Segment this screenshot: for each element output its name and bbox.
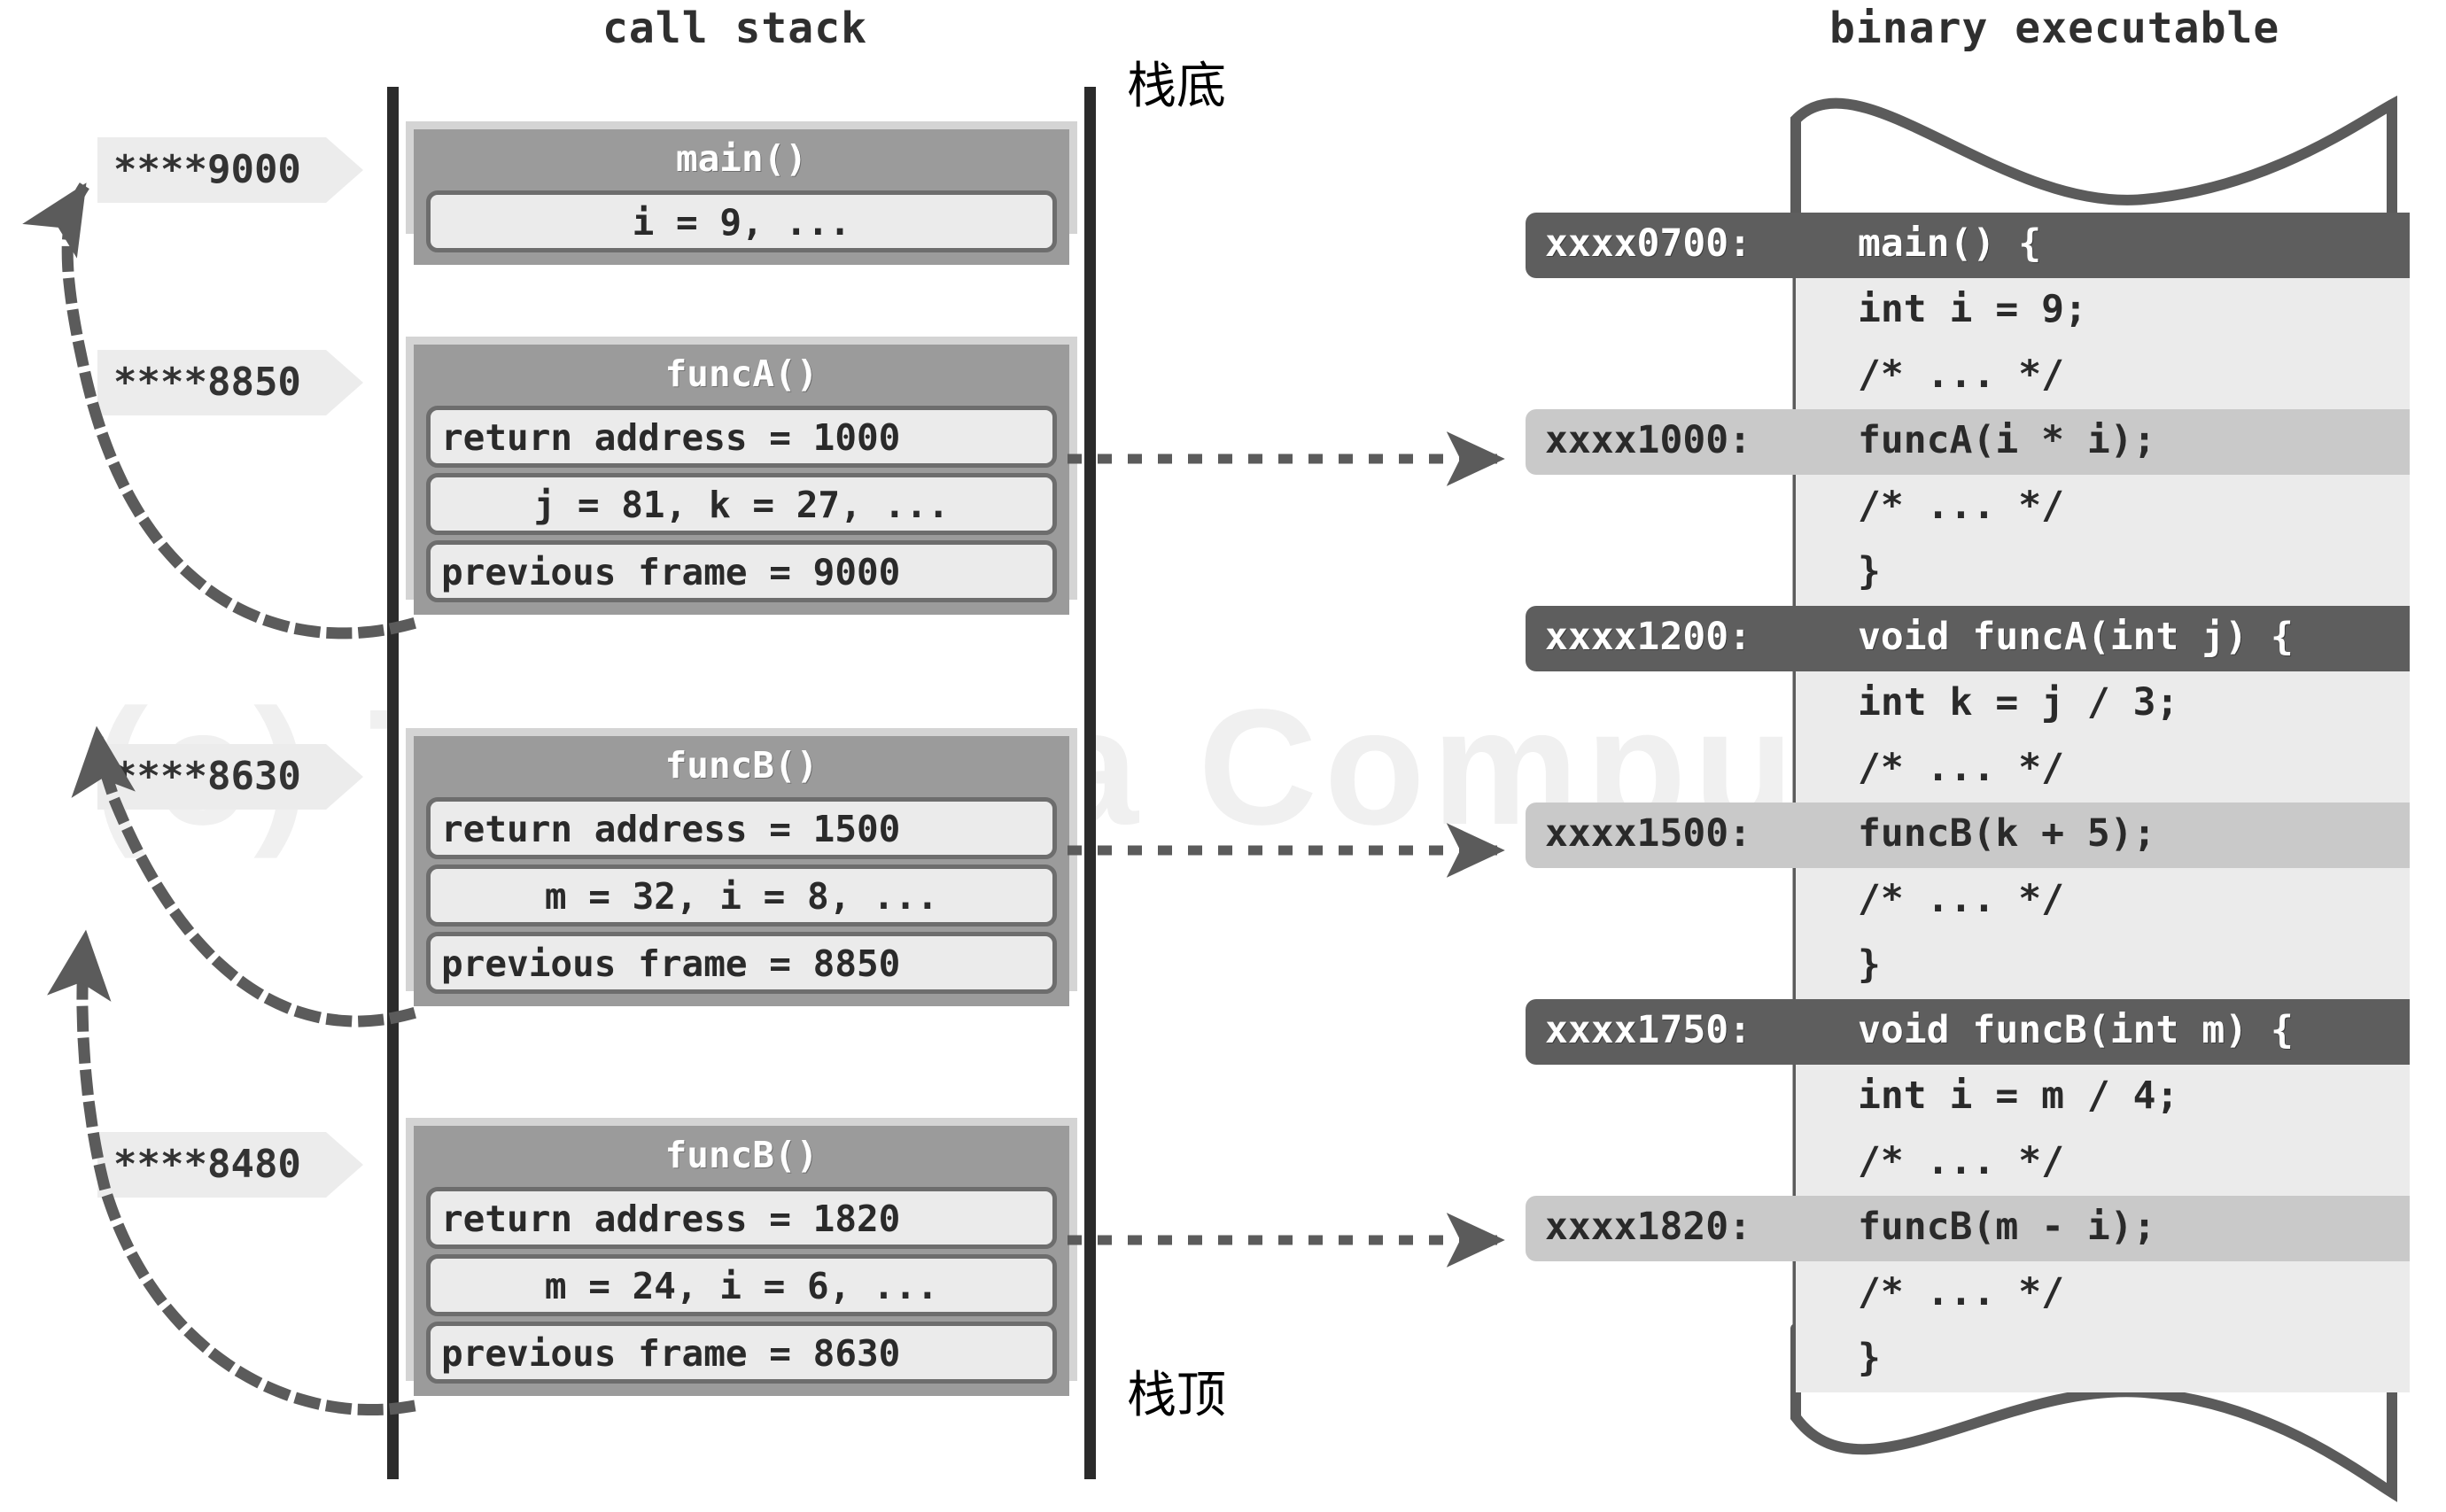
- code-row: xxxx1000: funcA(i * i);: [1526, 409, 2410, 475]
- code-text: void funcB(int m) {: [1858, 1008, 2294, 1052]
- address-tag-9000: ****9000: [97, 137, 363, 203]
- address-tag-8630: ****8630: [97, 744, 363, 810]
- stack-top-label: 栈顶: [1127, 1367, 1226, 1424]
- frame-slot-previous-frame: previous frame = 8630: [426, 1322, 1057, 1384]
- code-text: funcA(i * i);: [1858, 418, 2156, 462]
- stack-frame-main: main() i = 9, ...: [406, 121, 1077, 266]
- call-stack-title: call stack: [602, 4, 867, 53]
- code-row: /* ... */: [1796, 868, 2410, 934]
- address-tag-8480: ****8480: [97, 1132, 363, 1198]
- code-address-label: xxxx1500:: [1526, 803, 1818, 868]
- code-address-label: xxxx1000:: [1526, 409, 1818, 475]
- code-row: /* ... */: [1796, 475, 2410, 540]
- code-row: int k = j / 3;: [1796, 671, 2410, 737]
- code-row: xxxx1500: funcB(k + 5);: [1526, 803, 2410, 868]
- code-text: /* ... */: [1858, 1139, 2064, 1183]
- code-text: /* ... */: [1858, 746, 2064, 790]
- frame-slot-locals: m = 24, i = 6, ...: [426, 1254, 1057, 1317]
- code-text: /* ... */: [1858, 484, 2064, 528]
- code-row: int i = m / 4;: [1796, 1065, 2410, 1130]
- code-text: int k = j / 3;: [1858, 680, 2179, 725]
- code-text: int i = 9;: [1858, 287, 2087, 331]
- stack-frame-funcB-2: funcB() return address = 1820 m = 24, i …: [406, 1118, 1077, 1397]
- code-text: /* ... */: [1858, 877, 2064, 921]
- frame-title: main(): [675, 137, 808, 180]
- frame-slot-locals: j = 81, k = 27, ...: [426, 473, 1057, 536]
- stack-bottom-label: 栈底: [1127, 58, 1226, 115]
- code-row: /* ... */: [1796, 1130, 2410, 1196]
- frame-title: funcB(): [664, 1134, 819, 1176]
- frame-slot-return-address: return address = 1820: [426, 1187, 1057, 1250]
- code-text: void funcA(int j) {: [1858, 615, 2294, 659]
- frame-slot-locals: m = 32, i = 8, ...: [426, 865, 1057, 927]
- frame-title: funcA(): [664, 353, 819, 395]
- code-row: xxxx0700: main() {: [1526, 213, 2410, 278]
- code-text: main() {: [1858, 221, 2042, 266]
- frame-slot-previous-frame: previous frame = 9000: [426, 540, 1057, 603]
- code-text: }: [1858, 549, 1881, 593]
- code-text: funcB(m - i);: [1858, 1205, 2156, 1249]
- code-row: }: [1796, 540, 2410, 606]
- frame-slot-return-address: return address = 1000: [426, 406, 1057, 469]
- code-address-label: xxxx1200:: [1526, 606, 1818, 671]
- code-address-label: xxxx1750:: [1526, 999, 1818, 1065]
- frame-title: funcB(): [664, 744, 819, 787]
- stack-frame-funcA: funcA() return address = 1000 j = 81, k …: [406, 337, 1077, 616]
- code-row: xxxx1750: void funcB(int m) {: [1526, 999, 2410, 1065]
- code-row: }: [1796, 1327, 2410, 1392]
- code-row: /* ... */: [1796, 737, 2410, 803]
- code-row: int i = 9;: [1796, 278, 2410, 344]
- code-row: /* ... */: [1796, 1261, 2410, 1327]
- frame-slot-previous-frame: previous frame = 8850: [426, 932, 1057, 995]
- code-address-label: xxxx1820:: [1526, 1196, 1818, 1261]
- code-listing: xxxx0700: main() { int i = 9; /* ... */ xxxx…: [1526, 213, 2410, 1392]
- code-row: xxxx1820: funcB(m - i);: [1526, 1196, 2410, 1261]
- address-tag-8850: ****8850: [97, 350, 363, 415]
- code-address-label: xxxx0700:: [1526, 213, 1818, 278]
- code-text: /* ... */: [1858, 1270, 2064, 1314]
- code-text: }: [1858, 1336, 1881, 1380]
- stack-frame-funcB-1: funcB() return address = 1500 m = 32, i …: [406, 728, 1077, 1007]
- binary-executable-title: binary executable: [1829, 4, 2280, 53]
- code-text: int i = m / 4;: [1858, 1074, 2179, 1118]
- code-text: /* ... */: [1858, 353, 2064, 397]
- frame-slot: i = 9, ...: [426, 190, 1057, 253]
- code-text: funcB(k + 5);: [1858, 811, 2156, 856]
- code-row: }: [1796, 934, 2410, 999]
- code-row: /* ... */: [1796, 344, 2410, 409]
- code-row: xxxx1200: void funcA(int j) {: [1526, 606, 2410, 671]
- frame-slot-return-address: return address = 1500: [426, 797, 1057, 860]
- code-text: }: [1858, 942, 1881, 987]
